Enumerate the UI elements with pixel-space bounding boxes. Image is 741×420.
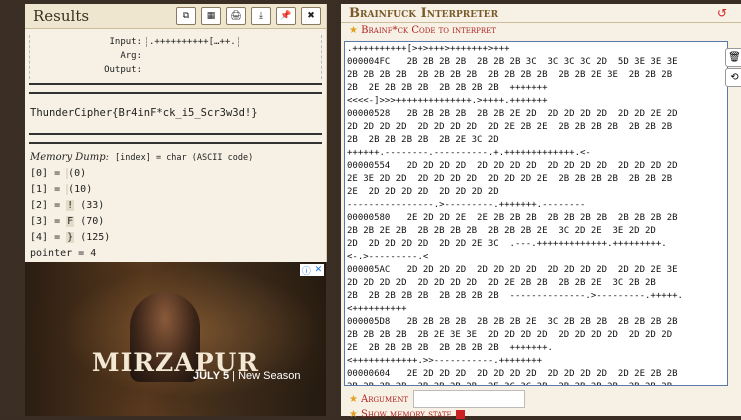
results-title: Results — [33, 7, 90, 25]
close-results-button[interactable]: ✖ — [301, 7, 321, 25]
code-label-text: Brainf*ck Code to interpret — [361, 25, 496, 36]
divider — [29, 83, 322, 94]
cell-char: } — [66, 232, 75, 243]
input-label: Input: — [109, 37, 142, 47]
interpreter-panel: Brainfuck Interpreter ↺ ★ Brainf*ck Code… — [341, 4, 741, 420]
memory-state-label: Show memory state — [360, 409, 452, 420]
arg-row: Arg: — [30, 49, 321, 63]
reset-icon[interactable]: ⟲ — [725, 68, 741, 87]
cell-code: (125) — [80, 232, 111, 243]
memdump-desc: [index] = char (ASCII code) — [115, 153, 254, 163]
star-icon: ★ — [349, 25, 358, 36]
decoded-output: ThunderCipher{Br4inF*ck_i5_Scr3w3d!} — [30, 107, 258, 119]
print-button[interactable]: 🖨 — [226, 7, 246, 25]
interpreter-header: Brainfuck Interpreter ↺ — [341, 4, 741, 23]
memdump-header: Memory Dump: [index] = char (ASCII code) — [30, 150, 321, 166]
pin-button[interactable]: 📌 — [276, 7, 296, 25]
memory-dump: Memory Dump: [index] = char (ASCII code)… — [30, 150, 321, 262]
results-header: Results ⧉ ▦ 🖨 ⤓ 📌 ✖ — [25, 4, 326, 29]
cell-code: (10) — [68, 184, 93, 195]
cell-char: F — [66, 216, 75, 227]
memory-cell: [4] = } (125) — [30, 230, 321, 246]
interpreter-title: Brainfuck Interpreter — [349, 5, 499, 21]
ad-date: JULY 5 — [193, 370, 230, 382]
arg-label: Arg: — [120, 51, 142, 61]
memdump-title: Memory Dump: — [30, 152, 109, 163]
ad-info-icon[interactable]: ⓘ — [302, 264, 311, 277]
star-icon: ★ — [349, 393, 358, 405]
cell-code: (0) — [68, 168, 87, 179]
cell-index: [0] = — [30, 168, 61, 179]
cell-index: [4] = — [30, 232, 61, 243]
results-panel: Results ⧉ ▦ 🖨 ⤓ 📌 ✖ Input: .++++++++++[…… — [25, 4, 327, 262]
ad-close-icon[interactable]: ✕ — [315, 265, 323, 275]
download-button[interactable]: ⤓ — [251, 7, 271, 25]
memory-cell: [0] = (0) — [30, 166, 321, 182]
star-icon: ★ — [349, 409, 358, 420]
cell-code: (33) — [80, 200, 105, 211]
pointer-value: pointer = 4 — [30, 248, 97, 259]
trash-icon[interactable]: 🗑 — [725, 48, 741, 67]
output-label: Output: — [104, 65, 142, 75]
ad-subtitle: JULY 5 | New Season — [193, 370, 300, 382]
cell-index: [2] = — [30, 200, 61, 211]
memory-cell: [3] = F (70) — [30, 214, 321, 230]
ad-controls[interactable]: ⓘ ✕ — [300, 264, 324, 277]
refresh-icon[interactable]: ↺ — [717, 6, 727, 20]
input-row: Input: .++++++++++[…++. — [30, 35, 321, 49]
cell-index: [3] = — [30, 216, 61, 227]
cell-index: [1] = — [30, 184, 61, 195]
code-textarea[interactable]: .++++++++++[>+>+++>+++++++>+++ 000004FC … — [344, 41, 728, 386]
argument-label: Argument — [360, 393, 409, 405]
cell-code: (70) — [80, 216, 105, 227]
ad-sub-text: | New Season — [232, 370, 301, 382]
maximize-button[interactable]: ▦ — [201, 7, 221, 25]
advertisement[interactable]: ⓘ ✕ MIRZAPUR JULY 5 | New Season — [25, 262, 326, 416]
output-row: Output: — [30, 63, 321, 77]
divider — [29, 133, 322, 144]
argument-row: ★ Argument — [349, 390, 526, 408]
memory-state-row: ★ Show memory state — [349, 409, 465, 420]
memory-cell: [2] = ! (33) — [30, 198, 321, 214]
copy-button[interactable]: ⧉ — [176, 7, 196, 25]
io-summary: Input: .++++++++++[…++. Arg: Output: — [29, 35, 322, 79]
memory-state-checkbox[interactable] — [455, 410, 465, 419]
code-label: ★ Brainf*ck Code to interpret — [349, 25, 741, 36]
cell-char: ! — [66, 200, 75, 211]
argument-input[interactable] — [413, 390, 526, 408]
input-value: .++++++++++[…++. — [146, 37, 239, 47]
memory-cell: [1] = (10) — [30, 182, 321, 198]
